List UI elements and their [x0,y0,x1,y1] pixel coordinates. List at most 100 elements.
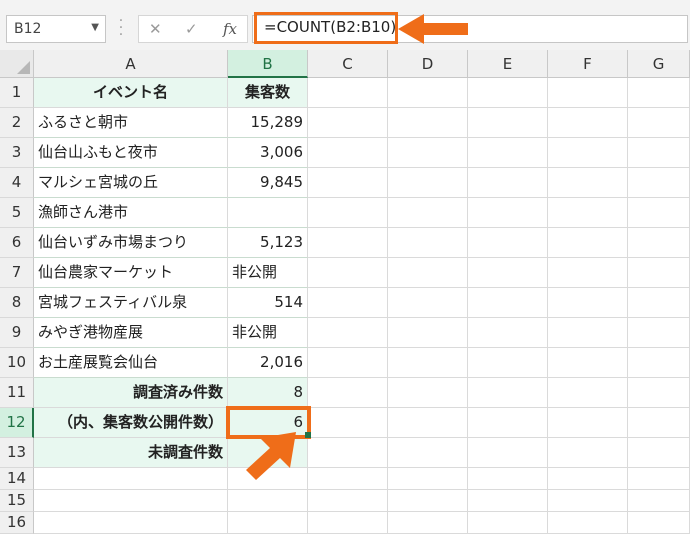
empty-cell[interactable] [308,438,388,468]
empty-cell[interactable] [308,78,388,108]
chevron-down-icon[interactable]: ▼ [91,22,99,33]
cell-a14[interactable] [34,468,228,490]
column-header-b[interactable]: B [228,50,308,78]
empty-cell[interactable] [468,512,548,534]
empty-cell[interactable] [628,490,690,512]
empty-cell[interactable] [388,288,468,318]
empty-cell[interactable] [388,348,468,378]
row-header[interactable]: 13 [0,438,34,468]
cell-a15[interactable] [34,490,228,512]
name-box[interactable]: B12 ▼ [6,15,106,43]
empty-cell[interactable] [628,108,690,138]
empty-cell[interactable] [548,138,628,168]
cell-b11[interactable]: 8 [228,378,308,408]
empty-cell[interactable] [388,198,468,228]
empty-cell[interactable] [548,288,628,318]
empty-cell[interactable] [468,468,548,490]
fill-handle[interactable] [305,432,311,438]
empty-cell[interactable] [388,378,468,408]
cell-b3[interactable]: 3,006 [228,138,308,168]
empty-cell[interactable] [468,228,548,258]
empty-cell[interactable] [388,78,468,108]
cell-a3[interactable]: 仙台山ふもと夜市 [34,138,228,168]
empty-cell[interactable] [548,258,628,288]
empty-cell[interactable] [388,108,468,138]
empty-cell[interactable] [388,512,468,534]
row-header[interactable]: 16 [0,512,34,534]
row-header[interactable]: 6 [0,228,34,258]
empty-cell[interactable] [628,198,690,228]
more-options-icon[interactable]: · · · [114,14,128,42]
empty-cell[interactable] [628,318,690,348]
column-header-c[interactable]: C [308,50,388,78]
column-header-e[interactable]: E [468,50,548,78]
empty-cell[interactable] [468,78,548,108]
empty-cell[interactable] [468,438,548,468]
row-header[interactable]: 10 [0,348,34,378]
cancel-icon[interactable]: ✕ [149,20,162,38]
empty-cell[interactable] [308,468,388,490]
empty-cell[interactable] [308,288,388,318]
empty-cell[interactable] [628,288,690,318]
row-header[interactable]: 14 [0,468,34,490]
cell-b15[interactable] [228,490,308,512]
cell-a12[interactable]: （内、集客数公開件数） [34,408,228,438]
cell-b8[interactable]: 514 [228,288,308,318]
cell-a8[interactable]: 宮城フェスティバル泉 [34,288,228,318]
empty-cell[interactable] [628,378,690,408]
empty-cell[interactable] [468,318,548,348]
column-header-g[interactable]: G [628,50,690,78]
row-header[interactable]: 8 [0,288,34,318]
cell-a5[interactable]: 漁師さん港市 [34,198,228,228]
cell-b5[interactable] [228,198,308,228]
column-header-a[interactable]: A [34,50,228,78]
cell-b9[interactable]: 非公開 [228,318,308,348]
header-cell-visitors[interactable]: 集客数 [228,78,308,108]
column-header-d[interactable]: D [388,50,468,78]
empty-cell[interactable] [308,512,388,534]
empty-cell[interactable] [628,438,690,468]
empty-cell[interactable] [628,78,690,108]
empty-cell[interactable] [628,348,690,378]
column-header-f[interactable]: F [548,50,628,78]
empty-cell[interactable] [388,228,468,258]
cell-a4[interactable]: マルシェ宮城の丘 [34,168,228,198]
empty-cell[interactable] [548,108,628,138]
empty-cell[interactable] [468,288,548,318]
empty-cell[interactable] [308,378,388,408]
row-header[interactable]: 5 [0,198,34,228]
empty-cell[interactable] [548,378,628,408]
cell-b16[interactable] [228,512,308,534]
empty-cell[interactable] [628,228,690,258]
empty-cell[interactable] [468,168,548,198]
empty-cell[interactable] [628,258,690,288]
row-header[interactable]: 2 [0,108,34,138]
empty-cell[interactable] [308,318,388,348]
empty-cell[interactable] [468,198,548,228]
row-header[interactable]: 3 [0,138,34,168]
empty-cell[interactable] [548,318,628,348]
enter-icon[interactable]: ✓ [185,20,198,38]
empty-cell[interactable] [628,512,690,534]
empty-cell[interactable] [388,138,468,168]
cell-b4[interactable]: 9,845 [228,168,308,198]
cell-a11[interactable]: 調査済み件数 [34,378,228,408]
empty-cell[interactable] [548,438,628,468]
empty-cell[interactable] [548,490,628,512]
row-header[interactable]: 15 [0,490,34,512]
cell-b7[interactable]: 非公開 [228,258,308,288]
cell-a16[interactable] [34,512,228,534]
empty-cell[interactable] [388,168,468,198]
empty-cell[interactable] [628,138,690,168]
insert-function-icon[interactable]: fx [223,20,237,38]
empty-cell[interactable] [468,490,548,512]
empty-cell[interactable] [548,512,628,534]
cell-b2[interactable]: 15,289 [228,108,308,138]
cell-a10[interactable]: お土産展覧会仙台 [34,348,228,378]
cell-a13[interactable]: 未調査件数 [34,438,228,468]
empty-cell[interactable] [308,408,388,438]
cell-a6[interactable]: 仙台いずみ市場まつり [34,228,228,258]
empty-cell[interactable] [308,108,388,138]
empty-cell[interactable] [468,348,548,378]
empty-cell[interactable] [308,258,388,288]
